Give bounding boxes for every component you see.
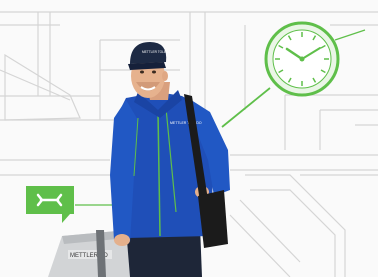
jacket-logo: METTLER TOLEDO	[170, 121, 202, 125]
illustration: METTLER TO METTLER TOLEDO METTLER TOLEDO	[0, 11, 378, 277]
wrench-icon	[26, 186, 74, 223]
connector-line	[334, 29, 366, 41]
technician: METTLER TOLEDO METTLER TOLEDO	[110, 42, 230, 277]
cap-logo: METTLER TOLEDO	[142, 50, 171, 54]
connector-line	[221, 87, 271, 128]
service-technician-photo: METTLER TO METTLER TOLEDO METTLER TOLEDO	[0, 0, 378, 277]
clock-icon	[264, 21, 340, 97]
